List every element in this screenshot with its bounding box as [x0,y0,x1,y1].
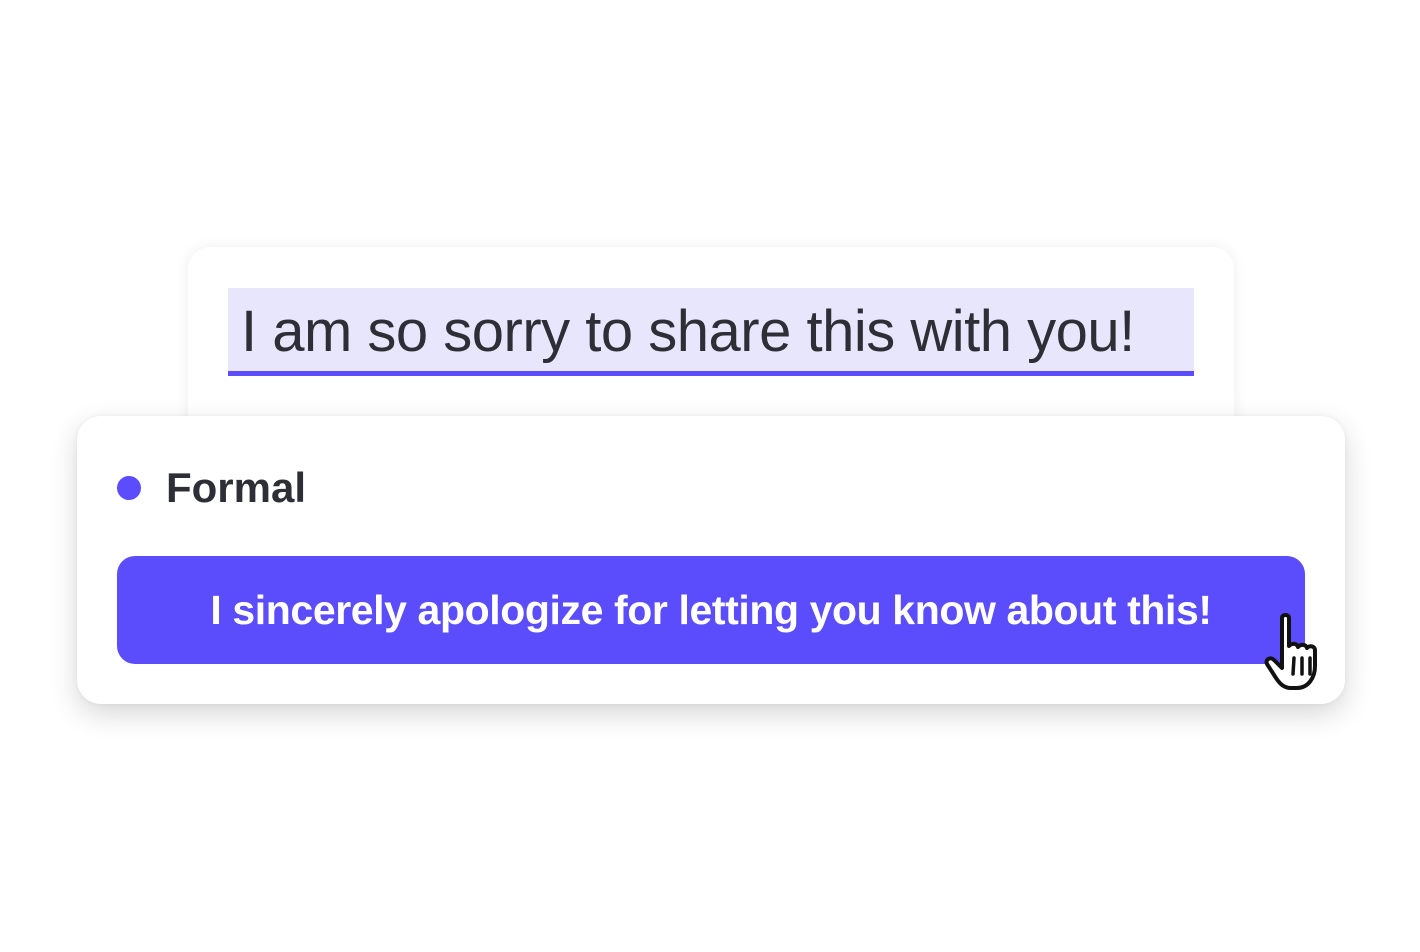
tone-suggestion-panel: Formal I sincerely apologize for letting… [77,416,1345,704]
apply-suggestion-button[interactable]: I sincerely apologize for letting you kn… [117,556,1305,664]
highlighted-sentence-text: I am so sorry to share this with you! [241,299,1135,364]
tone-label: Formal [166,464,307,511]
dot-icon [117,476,141,500]
highlighted-sentence[interactable]: I am so sorry to share this with you! [228,288,1194,376]
hand-pointer-cursor-icon [1264,613,1317,690]
suggestion-text: I sincerely apologize for letting you kn… [210,586,1212,633]
